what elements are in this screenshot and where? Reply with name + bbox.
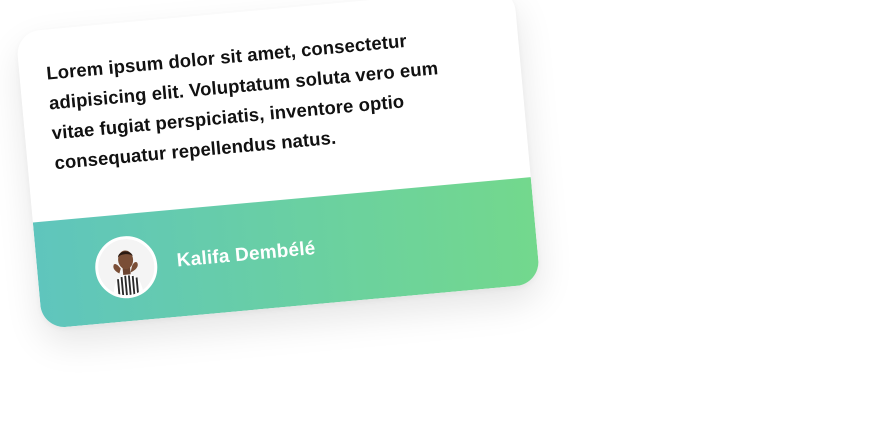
- person-portrait-icon: [95, 236, 157, 298]
- author-name: Kalifa Dembélé: [175, 238, 317, 272]
- testimonial-quote: Lorem ipsum dolor sit amet, consectetur …: [45, 29, 439, 174]
- page-stage: Lorem ipsum dolor sit amet, consectetur …: [0, 0, 896, 431]
- testimonial-card: Lorem ipsum dolor sit amet, consectetur …: [15, 0, 541, 330]
- testimonial-footer: Kalifa Dembélé: [32, 177, 541, 330]
- author-avatar: [92, 233, 160, 301]
